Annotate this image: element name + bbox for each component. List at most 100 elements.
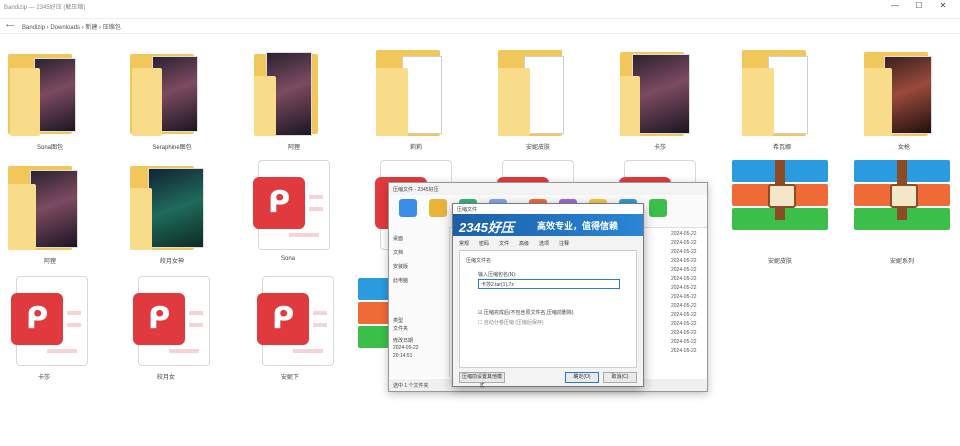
item-label: 女枪 [897, 145, 910, 151]
folder-item[interactable]: 安妮皮肤 [488, 46, 588, 156]
icon-line [293, 349, 323, 353]
maximize-button[interactable]: ☐ [912, 1, 926, 10]
pdf-file-icon: ᑭ [257, 276, 334, 366]
item-label: 阿狸 [43, 259, 56, 265]
pdf-item[interactable]: ᑭ 安妮下 [240, 276, 340, 386]
back-button[interactable]: ⟵ [6, 22, 15, 29]
archive-icon [732, 160, 828, 252]
date-cell: 2024-05-22 [671, 276, 697, 282]
repair-icon[interactable] [649, 199, 667, 217]
nav-item[interactable]: 安装版 [393, 263, 408, 270]
date-cell: 2024-05-22 [671, 294, 697, 300]
icon-line [189, 323, 203, 327]
item-label: 安妮系列 [889, 259, 914, 265]
archive-name-input[interactable]: 卡莎2.tar(1).7z [478, 279, 620, 289]
folder-paper [402, 56, 442, 134]
item-label: 安妮皮肤 [767, 259, 792, 265]
window-title: Bandizip — 2345好压 (解压缩) [4, 5, 86, 11]
date-cell: 2024-05-22 [671, 348, 697, 354]
close-button[interactable]: ✕ [936, 1, 950, 10]
archive-window-titlebar: 压缩文件 - 2345好压 [389, 183, 707, 195]
pdf-item[interactable]: ᑭ Sona [238, 160, 338, 270]
archive-item[interactable]: 安妮皮肤 [730, 160, 830, 270]
folder-item[interactable]: 阿狸 [0, 160, 100, 270]
delete-after-checkbox[interactable]: ☑ 压缩完成后(不包含原文件名,压缩前删除) [478, 309, 574, 316]
icon-line [313, 323, 327, 327]
extract-icon[interactable] [429, 199, 447, 217]
folder-front [10, 68, 40, 136]
address-bar[interactable]: ⟵ Bandizip › Downloads › 新建 › 压缩包 [0, 18, 960, 34]
date-cell: 2024-05-22 [671, 312, 697, 318]
folder-item[interactable]: 卡莎 [610, 46, 710, 156]
folder-item[interactable]: 莉莉 [366, 46, 466, 156]
folder-item[interactable]: 皎月女神 [122, 160, 222, 270]
icon-line [189, 311, 203, 315]
folder-front [864, 68, 892, 136]
dialog-tabs: 常规 密码 文件 高级 选项 注释 [453, 238, 643, 248]
icon-line [67, 323, 81, 327]
pdf-item[interactable]: ᑭ 卡莎 [0, 276, 94, 386]
dialog-banner: 2345好压 高效专业，值得信赖 [453, 214, 643, 236]
info-value: 文件夹 [393, 326, 409, 332]
tab-general[interactable]: 常规 [459, 240, 469, 247]
folder-front [742, 68, 774, 136]
icon-line [309, 195, 323, 199]
brand-slogan: 高效专业，值得信赖 [537, 221, 619, 231]
item-label: Seraphine图包 [152, 145, 192, 151]
icon-line [313, 311, 327, 315]
pdf-badge-icon: ᑭ [133, 293, 185, 345]
icon-line [169, 349, 199, 353]
item-label: 卡莎 [653, 145, 666, 151]
tab-comment[interactable]: 注释 [559, 240, 569, 247]
folder-front [376, 68, 408, 136]
cancel-button[interactable]: 取消(C) [603, 372, 637, 383]
pdf-item[interactable]: ᑭ 皎月女 [116, 276, 216, 386]
folder-paper [524, 56, 564, 134]
pdf-file-icon: ᑭ [11, 276, 88, 366]
brand-logo: 2345好压 [459, 220, 514, 235]
folder-paper [768, 56, 808, 134]
item-label: 皎月女神 [159, 259, 184, 265]
folder-front [130, 188, 152, 250]
archive-item[interactable]: 安妮系列 [852, 160, 952, 270]
nav-item[interactable]: 桌面 [393, 235, 403, 242]
folder-item[interactable]: Seraphine图包 [122, 46, 222, 156]
tab-advanced[interactable]: 高级 [519, 240, 529, 247]
breadcrumb[interactable]: Bandizip › Downloads › 新建 › 压缩包 [22, 22, 121, 31]
minimize-button[interactable]: — [888, 1, 902, 10]
general-panel: 压缩文件名 输入压缩包名(N): 卡莎2.tar(1).7z ☑ 压缩完成后(不… [459, 250, 637, 368]
other-mode-button[interactable]: 压缩前设置其他模式 [459, 372, 505, 389]
info-label: 类型 [393, 318, 404, 324]
folder-thumbnail [34, 58, 76, 132]
split-volume-checkbox[interactable]: ☐ 自动分卷压缩 (压缩后保存) [478, 319, 544, 326]
tab-password[interactable]: 密码 [479, 240, 489, 247]
add-icon[interactable] [399, 199, 417, 217]
ok-button[interactable]: 确定(O) [565, 372, 599, 383]
archive-lock-icon [768, 184, 796, 208]
item-label: 安妮皮肤 [525, 145, 550, 151]
folder-item[interactable]: 希瓦娜 [732, 46, 832, 156]
icon-line [67, 311, 81, 315]
folder-item[interactable]: 阿狸 [244, 46, 344, 156]
date-cell: 2024-05-22 [671, 240, 697, 246]
item-label: 卡莎 [37, 375, 50, 381]
pdf-badge-icon: ᑭ [253, 177, 305, 229]
pdf-file-icon: ᑭ [133, 276, 210, 366]
item-label: 安妮下 [280, 375, 299, 381]
title-bar: Bandizip — 2345好压 (解压缩) — ☐ ✕ [0, 0, 960, 14]
pdf-badge-icon: ᑭ [11, 293, 63, 345]
tab-options[interactable]: 选项 [539, 240, 549, 247]
folder-front [620, 76, 640, 136]
nav-item[interactable]: 文档 [393, 249, 403, 256]
nav-item[interactable]: 此电脑 [393, 277, 408, 284]
date-cell: 2024-05-22 [671, 321, 697, 327]
date-cell: 2024-05-22 [671, 231, 697, 237]
pdf-file-icon: ᑭ [253, 160, 330, 250]
archive-nav-pane: 桌面 文档 安装版 此电脑 类型 文件夹 修改日期 2024-05-22 20:… [389, 227, 450, 377]
compress-dialog[interactable]: 压缩文件 2345好压 高效专业，值得信赖 常规 密码 文件 高级 选项 注释 … [452, 203, 644, 389]
date-cell: 2024-05-22 [671, 303, 697, 309]
tab-files[interactable]: 文件 [499, 240, 509, 247]
date-cell: 2024-05-22 [671, 258, 697, 264]
folder-item[interactable]: Sona图包 [0, 46, 100, 156]
folder-item[interactable]: 女枪 [854, 46, 954, 156]
